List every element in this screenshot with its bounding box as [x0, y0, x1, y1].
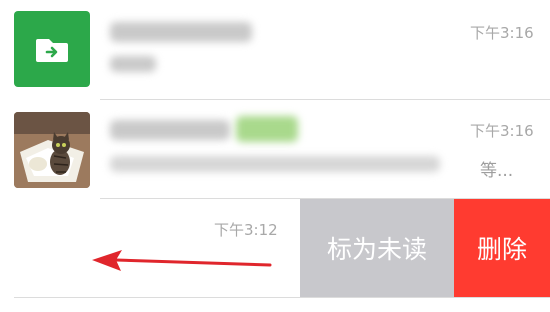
conversation-preview-blurred: [110, 156, 440, 172]
conversation-time: 下午3:12: [214, 221, 278, 239]
mark-unread-button[interactable]: 标为未读: [300, 199, 454, 297]
cat-avatar: [14, 112, 90, 188]
conversation-row[interactable]: 下午3:16: [0, 0, 550, 99]
file-transfer-avatar: [14, 11, 90, 87]
sticker-blurred: [236, 116, 298, 142]
conversation-time: 下午3:16: [470, 122, 534, 140]
conversation-preview-blurred: [110, 56, 156, 72]
conversation-time: 下午3:16: [470, 24, 534, 42]
conversation-title-blurred: [110, 120, 230, 140]
cat-photo-image: [14, 112, 90, 188]
preview-ellipsis: 等...: [480, 161, 514, 181]
conversation-row[interactable]: 下午3:16 等...: [0, 100, 550, 198]
row-divider: [14, 297, 550, 298]
conversation-title-blurred: [110, 22, 252, 42]
delete-button[interactable]: 删除: [454, 199, 550, 297]
swipe-left-arrow-icon: [92, 250, 272, 271]
folder-arrow-icon: [36, 39, 68, 62]
